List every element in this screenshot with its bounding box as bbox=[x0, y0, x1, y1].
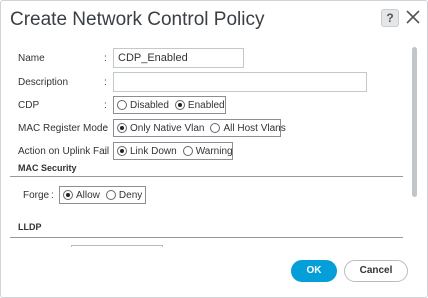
radio-button[interactable] bbox=[117, 100, 127, 110]
name-label: Name bbox=[18, 53, 45, 64]
dialog-title: Create Network Control Policy bbox=[10, 9, 265, 30]
close-button[interactable] bbox=[403, 7, 423, 27]
content-scrollbar[interactable] bbox=[412, 47, 417, 197]
forge-deny-option[interactable]: Deny bbox=[105, 189, 143, 201]
help-button[interactable]: ? bbox=[381, 9, 399, 27]
radio-button-selected[interactable] bbox=[63, 190, 73, 200]
close-icon bbox=[406, 10, 420, 24]
mac-register-mode-colon: : bbox=[104, 123, 107, 134]
radio-button-selected[interactable] bbox=[117, 146, 127, 156]
all-host-vlans-label: All Host Vlans bbox=[223, 122, 286, 134]
warning-label: Warning bbox=[195, 145, 233, 157]
link-down-label: Link Down bbox=[130, 145, 177, 157]
radio-button[interactable] bbox=[105, 190, 116, 200]
forge-deny-label: Deny bbox=[118, 189, 143, 201]
warning-option[interactable]: Warning bbox=[182, 145, 233, 157]
action-on-uplink-fail-label: Action on Uplink Fail bbox=[18, 146, 110, 157]
forge-allow-label: Allow bbox=[76, 189, 100, 201]
only-native-vlan-option[interactable]: Only Native Vlan bbox=[117, 123, 204, 134]
question-mark-icon: ? bbox=[386, 11, 394, 25]
link-down-option[interactable]: Link Down bbox=[117, 146, 177, 157]
forge-allow-option[interactable]: Allow bbox=[63, 190, 100, 201]
dialog-content: Name : CDP_Enabled Description : CDP : D… bbox=[1, 39, 427, 247]
cdp-radio-group: Disabled Enabled bbox=[113, 96, 226, 114]
description-label: Description bbox=[18, 77, 69, 88]
cdp-label: CDP bbox=[18, 100, 40, 111]
only-native-vlan-label: Only Native Vlan bbox=[130, 122, 205, 134]
mac-security-section-title: MAC Security bbox=[18, 163, 77, 173]
description-colon: : bbox=[104, 77, 107, 88]
forge-radio-group: Allow Deny bbox=[59, 186, 146, 204]
forge-label: Forge bbox=[23, 190, 50, 201]
name-input[interactable]: CDP_Enabled bbox=[113, 48, 244, 68]
cdp-enabled-label: Enabled bbox=[187, 99, 225, 111]
description-input[interactable] bbox=[113, 72, 367, 92]
action-on-uplink-fail-colon: : bbox=[104, 146, 107, 157]
cdp-colon: : bbox=[104, 100, 107, 111]
ok-button[interactable]: OK bbox=[291, 260, 337, 282]
radio-button-selected[interactable] bbox=[174, 100, 185, 110]
lldp-divider bbox=[10, 237, 403, 238]
cdp-enabled-option[interactable]: Enabled bbox=[174, 99, 225, 111]
cdp-disabled-label: Disabled bbox=[130, 99, 169, 111]
radio-button[interactable] bbox=[182, 146, 193, 156]
mac-register-mode-radio-group: Only Native Vlan All Host Vlans bbox=[113, 119, 286, 137]
mac-security-divider bbox=[10, 176, 403, 177]
forge-colon: : bbox=[51, 190, 54, 201]
all-host-vlans-option[interactable]: All Host Vlans bbox=[210, 122, 286, 134]
radio-button[interactable] bbox=[210, 123, 221, 133]
mac-register-mode-label: MAC Register Mode bbox=[18, 123, 109, 134]
radio-button-selected[interactable] bbox=[117, 123, 127, 133]
create-network-control-policy-dialog: Create Network Control Policy ? Name : C… bbox=[0, 0, 428, 298]
lldp-section-title: LLDP bbox=[18, 222, 42, 232]
cdp-disabled-option[interactable]: Disabled bbox=[117, 100, 169, 111]
lldp-radio-group-partial bbox=[71, 245, 163, 247]
cancel-button[interactable]: Cancel bbox=[344, 260, 408, 282]
name-colon: : bbox=[104, 53, 107, 64]
action-on-uplink-fail-radio-group: Link Down Warning bbox=[113, 142, 233, 160]
